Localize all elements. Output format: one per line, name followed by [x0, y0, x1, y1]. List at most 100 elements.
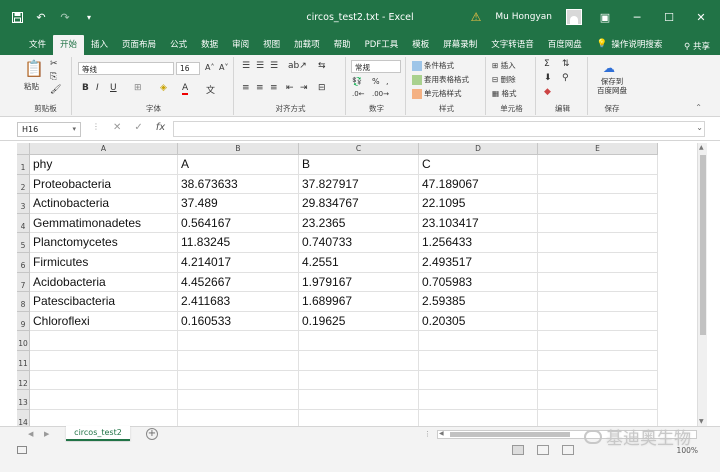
- scroll-down-icon[interactable]: ▼: [699, 418, 704, 425]
- column-header-d[interactable]: D: [419, 143, 538, 155]
- orientation-icon[interactable]: ab↗: [288, 61, 307, 71]
- ribbon-display-options-icon[interactable]: ▣: [596, 11, 614, 24]
- vertical-scrollbar[interactable]: ▲ ▼: [697, 143, 707, 426]
- help-search[interactable]: 💡 操作说明搜索: [589, 35, 669, 55]
- autosum-icon[interactable]: Σ: [544, 59, 550, 69]
- cell-c8[interactable]: 1.689967: [299, 292, 419, 312]
- cell-c13[interactable]: [299, 390, 419, 410]
- cell-b12[interactable]: [178, 370, 299, 391]
- align-top-icon[interactable]: ☰: [242, 61, 250, 71]
- row-header[interactable]: 9: [17, 311, 30, 332]
- row-header[interactable]: 3: [17, 194, 30, 214]
- formula-input[interactable]: [173, 121, 705, 137]
- format-painter-icon[interactable]: 🖌: [50, 85, 61, 95]
- share-button[interactable]: ⚲ 共享: [684, 40, 710, 52]
- cell-a10[interactable]: [30, 331, 178, 351]
- cell-e13[interactable]: [538, 390, 658, 410]
- cell-b13[interactable]: [178, 390, 299, 410]
- cell-d2[interactable]: 47.189067: [419, 174, 538, 195]
- cell-a11[interactable]: [30, 351, 178, 371]
- cell-a4[interactable]: Gemmatimonadetes: [30, 213, 178, 234]
- user-name[interactable]: Mu Hongyan: [495, 12, 552, 22]
- format-as-table-button[interactable]: 套用表格格式: [412, 74, 469, 85]
- cell-d4[interactable]: 23.103417: [419, 213, 538, 234]
- increase-font-icon[interactable]: A˄: [205, 63, 214, 72]
- cell-e7[interactable]: [538, 272, 658, 293]
- find-select-icon[interactable]: ⚲: [562, 73, 569, 83]
- cell-a3[interactable]: Actinobacteria: [30, 194, 178, 214]
- row-header[interactable]: 1: [17, 155, 30, 175]
- increase-decimal-icon[interactable]: .0←: [352, 90, 365, 98]
- decrease-font-icon[interactable]: A˅: [219, 63, 228, 72]
- cell-b1[interactable]: A: [178, 155, 299, 175]
- cell-c4[interactable]: 23.2365: [299, 213, 419, 234]
- cell-e9[interactable]: [538, 311, 658, 332]
- decrease-decimal-icon[interactable]: .00→: [372, 90, 389, 98]
- cell-c11[interactable]: [299, 351, 419, 371]
- cell-e1[interactable]: [538, 155, 658, 175]
- normal-view-icon[interactable]: [512, 445, 524, 455]
- row-header[interactable]: 11: [17, 351, 30, 371]
- cell-b10[interactable]: [178, 331, 299, 351]
- italic-icon[interactable]: I: [96, 83, 99, 93]
- column-header-b[interactable]: B: [178, 143, 299, 155]
- font-size-select[interactable]: 16: [176, 62, 200, 75]
- cell-c6[interactable]: 4.2551: [299, 253, 419, 273]
- cell-b11[interactable]: [178, 351, 299, 371]
- cell-c10[interactable]: [299, 331, 419, 351]
- tab-text-to-speech[interactable]: 文字转语音: [484, 35, 541, 55]
- add-sheet-button[interactable]: +: [146, 428, 158, 440]
- name-box-dropdown-icon[interactable]: ▾: [72, 125, 76, 133]
- tab-data[interactable]: 数据: [194, 35, 225, 55]
- row-header[interactable]: 5: [17, 233, 30, 253]
- next-sheet-icon[interactable]: ▶: [44, 430, 49, 438]
- cell-a7[interactable]: Acidobacteria: [30, 272, 178, 293]
- tab-help[interactable]: 帮助: [327, 35, 358, 55]
- cancel-entry-icon[interactable]: ✕: [113, 122, 121, 133]
- macro-record-icon[interactable]: [17, 446, 27, 454]
- fill-color-icon[interactable]: ◈: [160, 83, 167, 93]
- cell-a5[interactable]: Planctomycetes: [30, 233, 178, 253]
- sort-filter-icon[interactable]: ⇅: [562, 59, 570, 69]
- paste-label[interactable]: 粘贴: [24, 81, 39, 92]
- cell-b6[interactable]: 4.214017: [178, 253, 299, 273]
- tab-file[interactable]: 文件: [22, 35, 53, 55]
- cell-a6[interactable]: Firmicutes: [30, 253, 178, 273]
- cell-e12[interactable]: [538, 370, 658, 391]
- cell-a2[interactable]: Proteobacteria: [30, 174, 178, 195]
- cell-d1[interactable]: C: [419, 155, 538, 175]
- tab-pdf-tools[interactable]: PDF工具: [358, 35, 406, 55]
- underline-icon[interactable]: U: [110, 83, 117, 93]
- page-layout-view-icon[interactable]: [537, 445, 549, 455]
- bold-icon[interactable]: B: [82, 83, 89, 93]
- clear-icon[interactable]: ◆: [544, 87, 551, 97]
- comma-icon[interactable]: ,: [386, 77, 389, 86]
- cell-c3[interactable]: 29.834767: [299, 194, 419, 214]
- select-all-corner[interactable]: [17, 143, 30, 155]
- warning-icon[interactable]: ⚠: [471, 10, 482, 24]
- cell-e10[interactable]: [538, 331, 658, 351]
- cell-d14[interactable]: [419, 409, 538, 426]
- prev-sheet-icon[interactable]: ◀: [28, 430, 33, 438]
- tab-page-layout[interactable]: 页面布局: [115, 35, 163, 55]
- insert-function-icon[interactable]: fx: [156, 122, 165, 133]
- horizontal-scroll-thumb[interactable]: [450, 432, 570, 437]
- tab-addins[interactable]: 加载项: [287, 35, 327, 55]
- row-header[interactable]: 10: [17, 331, 30, 351]
- cell-styles-button[interactable]: 单元格样式: [412, 88, 462, 99]
- delete-cells-button[interactable]: ⊟ 删除: [492, 74, 516, 85]
- cell-e6[interactable]: [538, 253, 658, 273]
- cell-a14[interactable]: [30, 409, 178, 426]
- cell-e3[interactable]: [538, 194, 658, 214]
- borders-icon[interactable]: ⊞: [134, 83, 142, 93]
- tab-insert[interactable]: 插入: [84, 35, 115, 55]
- align-bottom-icon[interactable]: ☰: [270, 61, 278, 71]
- cell-d9[interactable]: 0.20305: [419, 311, 538, 332]
- maximize-button[interactable]: ☐: [660, 11, 678, 24]
- cell-d11[interactable]: [419, 351, 538, 371]
- cell-b2[interactable]: 38.673633: [178, 174, 299, 195]
- paste-icon[interactable]: 📋: [24, 59, 44, 78]
- cell-e8[interactable]: [538, 292, 658, 312]
- collapse-ribbon-icon[interactable]: ⌃: [695, 103, 702, 112]
- baidu-netdisk-icon[interactable]: ☁: [603, 61, 615, 75]
